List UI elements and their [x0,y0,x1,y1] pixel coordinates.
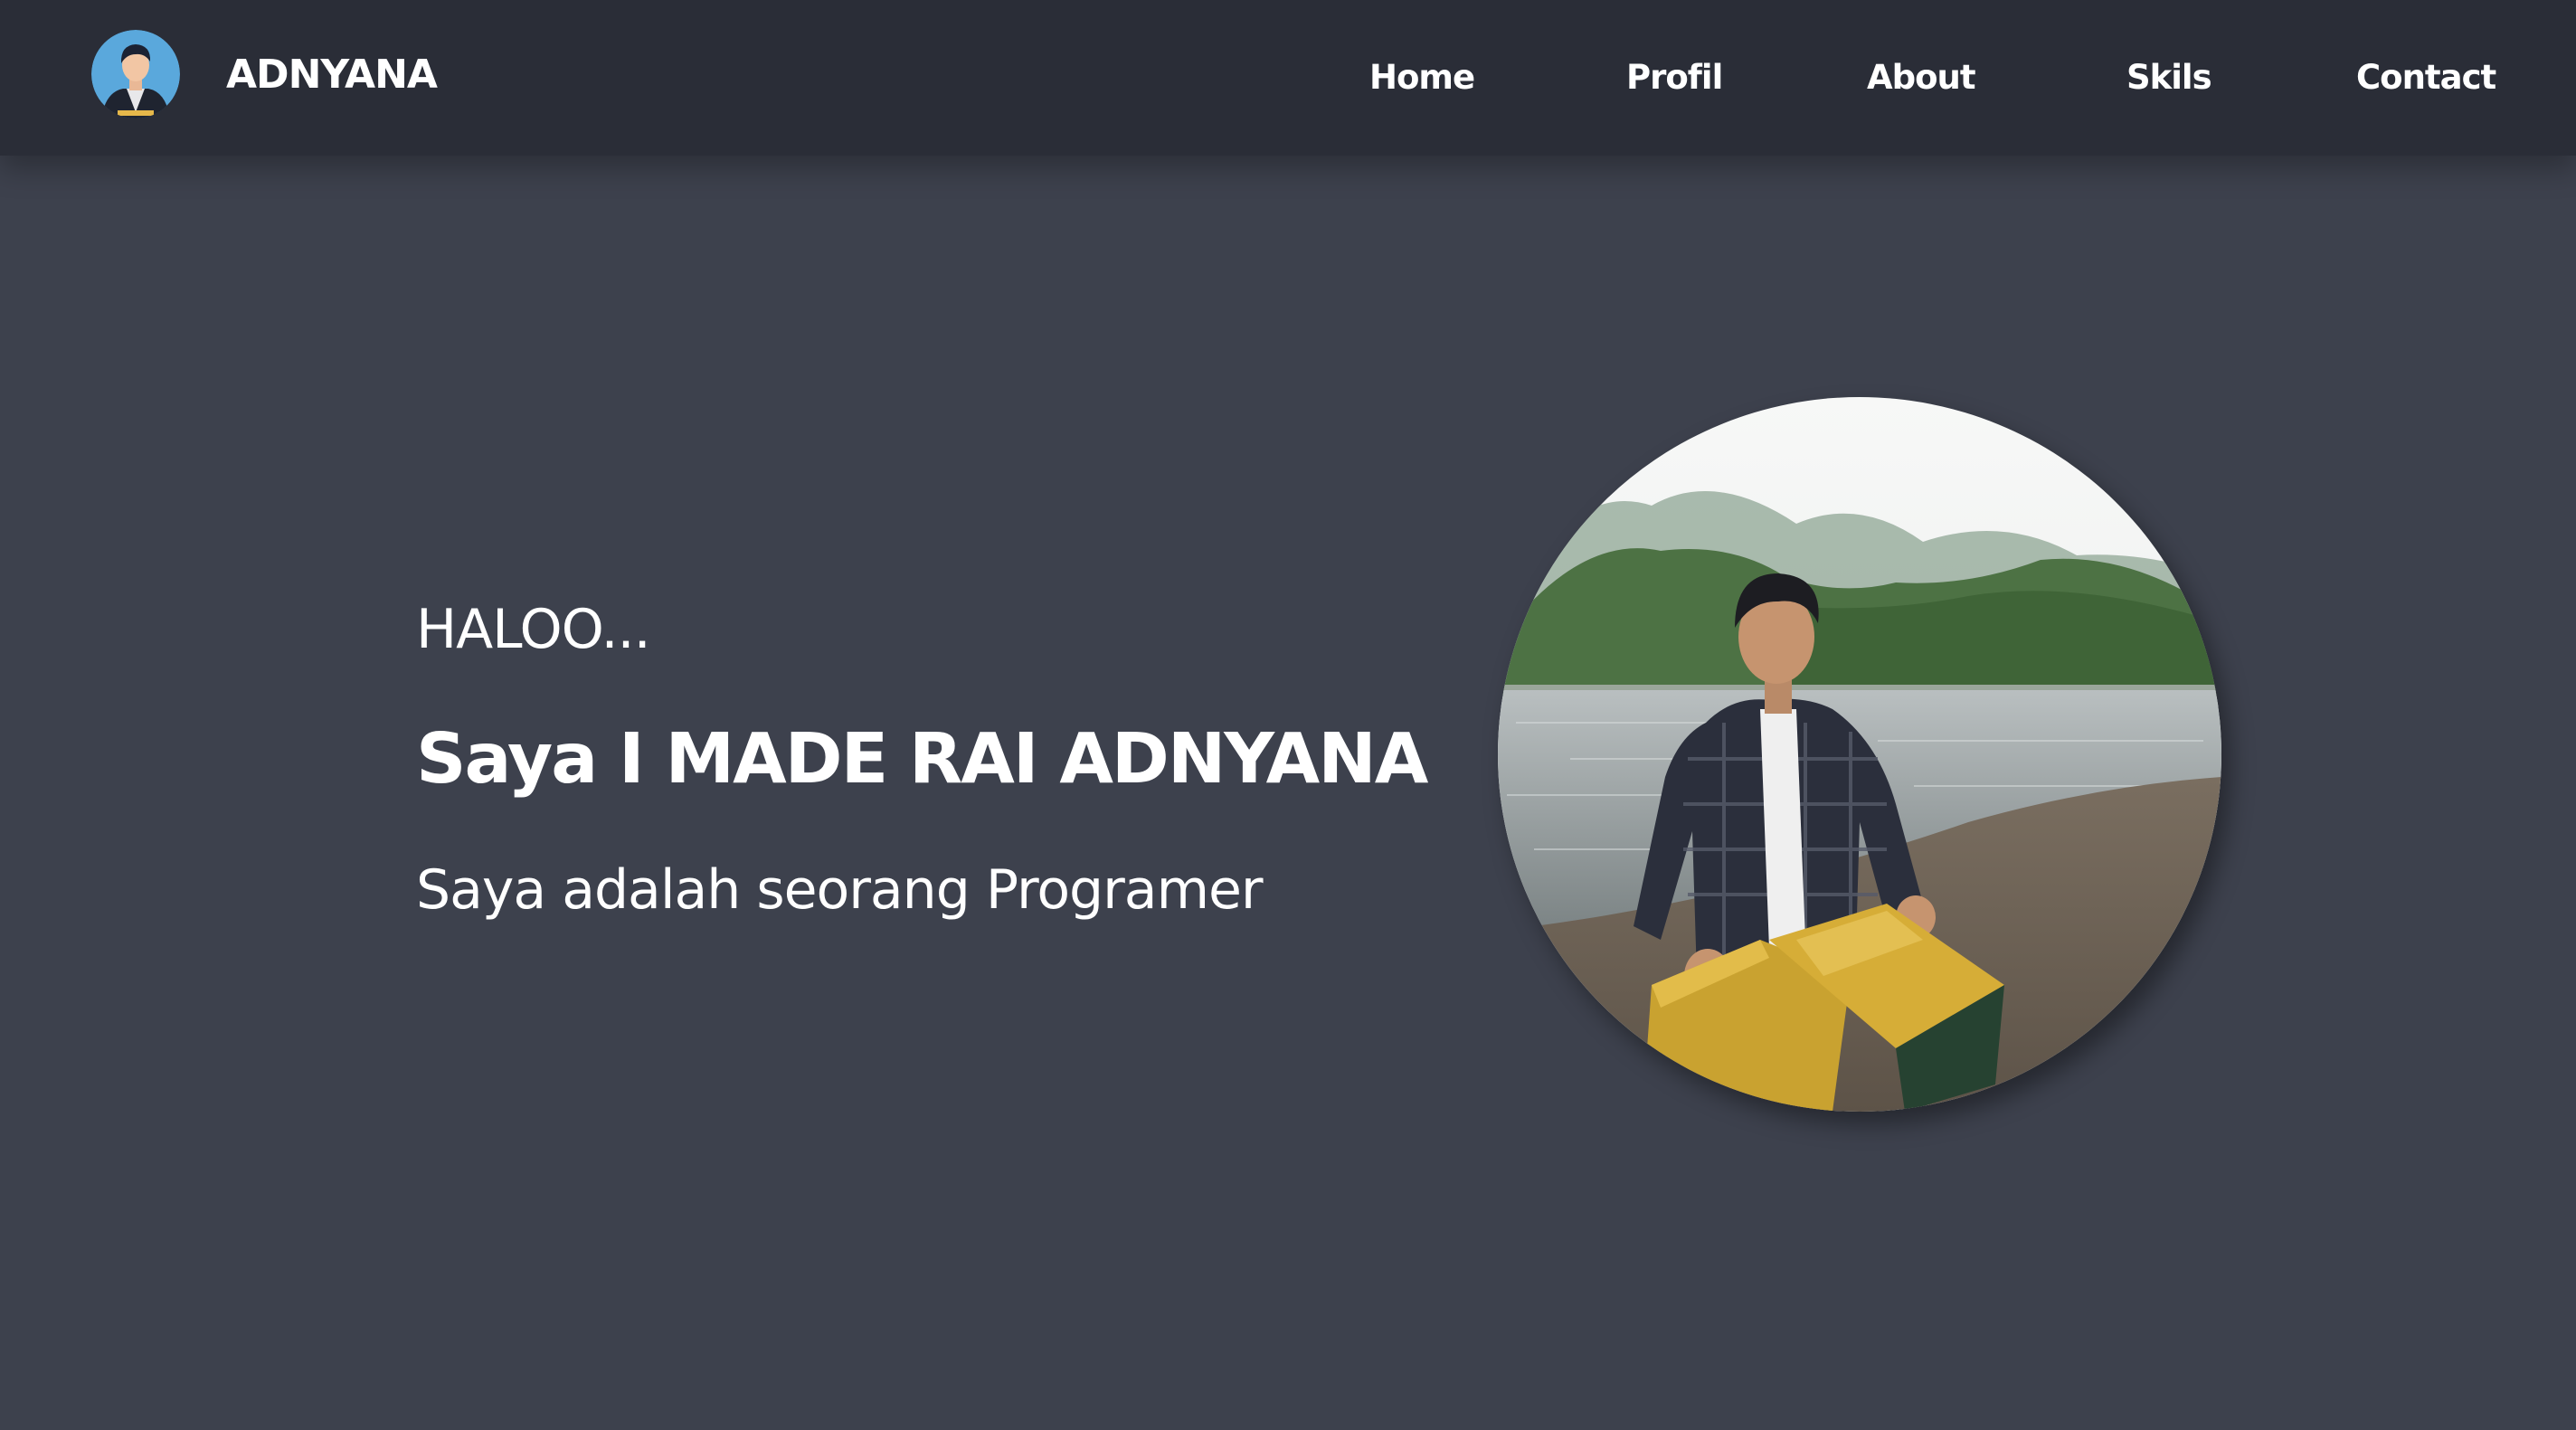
nav-profil[interactable]: Profil [1626,0,1723,156]
navbar: ADNYANA Home Profil About Skils Contact [0,0,2576,156]
hero-greeting: HALOO... [416,598,651,661]
avatar-icon [90,29,181,119]
profile-photo [1498,397,2221,1112]
brand-name: ADNYANA [226,51,438,98]
hero-name: Saya I MADE RAI ADNYANA [416,719,1428,800]
hero-role: Saya adalah seorang Programer [416,858,1264,922]
nav-about[interactable]: About [1867,0,1976,156]
nav-skils[interactable]: Skils [2126,0,2212,156]
brand[interactable]: ADNYANA [90,27,438,121]
nav-home[interactable]: Home [1369,0,1475,156]
nav-contact[interactable]: Contact [2356,0,2496,156]
